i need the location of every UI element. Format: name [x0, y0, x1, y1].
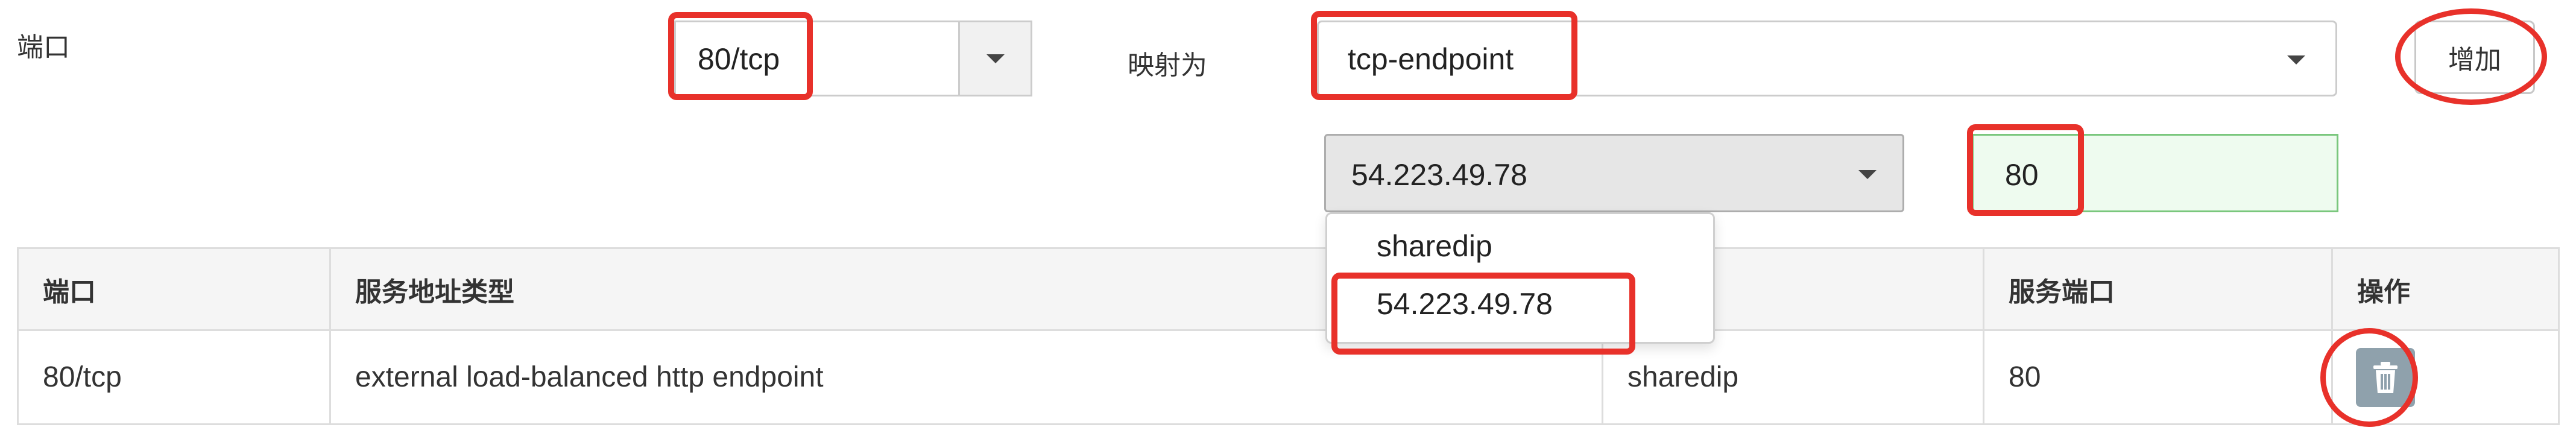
add-button-highlight [2395, 8, 2547, 105]
chevron-down-icon [2287, 55, 2305, 65]
dropdown-option-highlight [1331, 273, 1635, 355]
delete-highlight [2320, 328, 2418, 427]
ports-table: 端口 服务地址类型 服务端口 操作 80/tcp external load-b… [17, 247, 2560, 425]
cell-port: 80/tcp [17, 329, 331, 425]
port-label: 端口 [17, 33, 70, 62]
port-value-highlight [668, 12, 813, 100]
cell-address: sharedip [1602, 329, 1984, 425]
column-header-service-port: 服务端口 [1983, 247, 2333, 331]
ip-select-value: 54.223.49.78 [1351, 158, 1527, 192]
column-header-port: 端口 [17, 247, 331, 331]
dropdown-option-sharedip[interactable]: sharedip [1377, 229, 1492, 264]
map-label: 映射为 [1128, 51, 1207, 80]
chevron-down-icon [986, 54, 1005, 63]
chevron-down-icon [1858, 170, 1877, 179]
table-header-row: 端口 服务地址类型 服务端口 操作 [17, 247, 2560, 331]
table-row: 80/tcp external load-balanced http endpo… [17, 329, 2560, 425]
cell-service-port: 80 [1983, 329, 2333, 425]
ip-select[interactable]: 54.223.49.78 [1324, 134, 1904, 212]
port-select-toggle[interactable] [958, 22, 1031, 95]
endpoint-highlight [1311, 11, 1577, 100]
service-port-highlight [1967, 124, 2084, 216]
column-header-actions: 操作 [2331, 247, 2560, 331]
